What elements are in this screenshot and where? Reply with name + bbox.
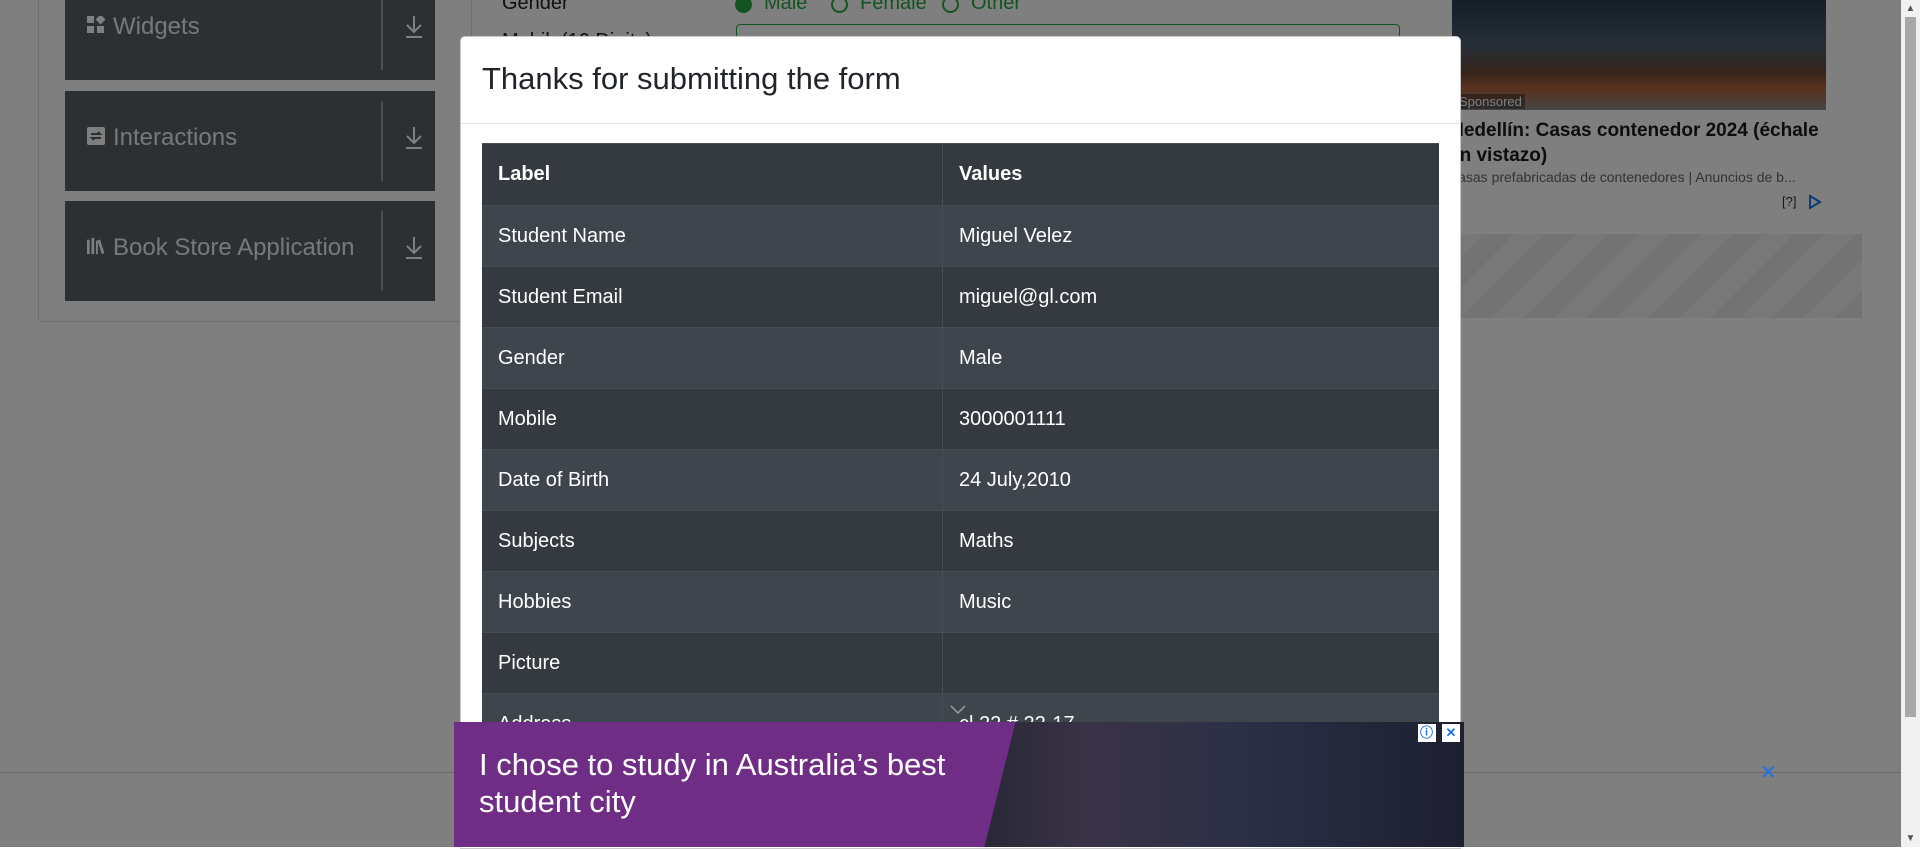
row-label: Mobile — [482, 388, 943, 450]
row-value: Music — [942, 571, 1439, 633]
close-icon[interactable]: ✕ — [1442, 724, 1460, 742]
scroll-up-arrow-icon[interactable]: ▲ — [1901, 0, 1920, 17]
table-header-row: Label Values — [482, 143, 1439, 206]
row-label: Date of Birth — [482, 449, 943, 511]
table-row: Mobile 3000001111 — [482, 388, 1439, 450]
table-row: Hobbies Music — [482, 571, 1439, 633]
modal-title: Thanks for submitting the form — [482, 61, 901, 96]
column-header-label: Label — [482, 143, 943, 206]
row-value: 3000001111 — [942, 388, 1439, 450]
table-row: Subjects Maths — [482, 510, 1439, 572]
submission-table: Label Values Student Name Miguel Velez S… — [482, 143, 1439, 754]
row-label: Hobbies — [482, 571, 943, 633]
chevron-down-icon[interactable] — [950, 705, 966, 715]
ad-badges: ⓘ ✕ — [1416, 724, 1460, 742]
row-label: Gender — [482, 327, 943, 389]
table-row: Picture — [482, 632, 1439, 694]
bottom-banner-ad[interactable]: I chose to study in Australia’s best stu… — [454, 722, 1464, 847]
column-header-values: Values — [942, 143, 1439, 206]
row-label: Student Email — [482, 266, 943, 328]
info-icon[interactable]: ⓘ — [1417, 724, 1436, 742]
ad-photo[interactable] — [930, 722, 1464, 847]
row-value: Maths — [942, 510, 1439, 572]
row-value: 24 July,2010 — [942, 449, 1439, 511]
row-value: Male — [942, 327, 1439, 389]
vertical-scrollbar[interactable]: ▲ ▼ — [1901, 0, 1920, 847]
scroll-thumb[interactable] — [1905, 17, 1916, 717]
scroll-down-arrow-icon[interactable]: ▼ — [1901, 830, 1920, 847]
modal-header: Thanks for submitting the form — [461, 37, 1460, 124]
row-value: Miguel Velez — [942, 205, 1439, 267]
row-label: Student Name — [482, 205, 943, 267]
table-row: Student Name Miguel Velez — [482, 205, 1439, 267]
row-value — [942, 632, 1439, 694]
table-row: Student Email miguel@gl.com — [482, 266, 1439, 328]
table-row: Date of Birth 24 July,2010 — [482, 449, 1439, 511]
footer-close-icon[interactable]: ✕ — [1760, 760, 1777, 785]
row-value: miguel@gl.com — [942, 266, 1439, 328]
row-label: Picture — [482, 632, 943, 694]
ad-headline[interactable]: I chose to study in Australia’s best stu… — [479, 746, 959, 820]
row-label: Subjects — [482, 510, 943, 572]
table-row: Gender Male — [482, 327, 1439, 389]
